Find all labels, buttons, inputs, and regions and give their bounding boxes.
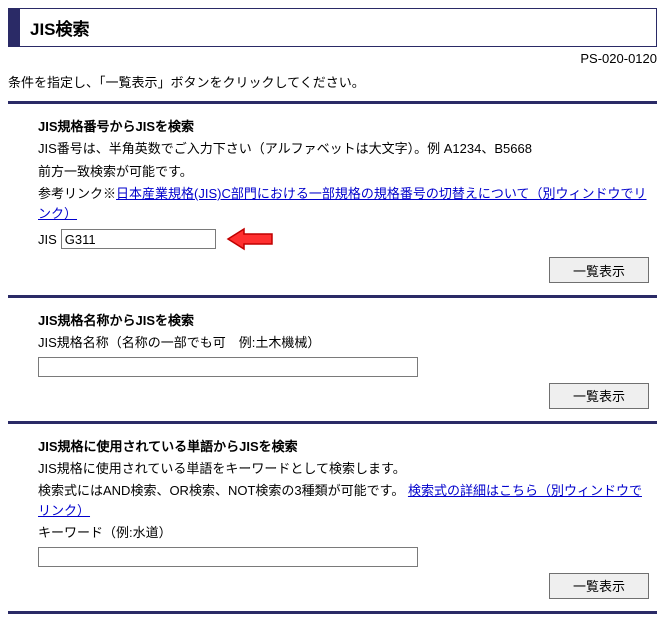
section3-line2: 検索式にはAND検索、OR検索、NOT検索の3種類が可能です。 検索式の詳細はこ…: [38, 481, 649, 520]
section3-input-row: [38, 547, 649, 567]
section3-line2-prefix: 検索式にはAND検索、OR検索、NOT検索の3種類が可能です。: [38, 483, 404, 498]
section1-line2: 前方一致検索が可能です。: [38, 162, 649, 182]
section2-title: JIS規格名称からJISを検索: [38, 310, 649, 329]
ref-link[interactable]: 日本産業規格(JIS)C部門における一部規格の規格番号の切替えについて（別ウィン…: [38, 186, 646, 221]
section3-title: JIS規格に使用されている単語からJISを検索: [38, 436, 649, 455]
section-search-by-number: JIS規格番号からJISを検索 JIS番号は、半角英数でご入力下さい（アルファベ…: [8, 110, 657, 291]
section-search-by-name: JIS規格名称からJISを検索 JIS規格名称（名称の一部でも可 例:土木機械）…: [8, 304, 657, 417]
divider: [8, 295, 657, 298]
section2-input-row: [38, 357, 649, 377]
keyword-input[interactable]: [38, 547, 418, 567]
section1-input-row: JIS: [38, 227, 649, 251]
section-search-by-keyword: JIS規格に使用されている単語からJISを検索 JIS規格に使用されている単語を…: [8, 430, 657, 607]
divider: [8, 101, 657, 104]
section1-title: JIS規格番号からJISを検索: [38, 116, 649, 135]
instruction-text: 条件を指定し、「一覧表示」ボタンをクリックしてください。: [8, 72, 657, 91]
pointer-arrow-icon: [226, 227, 276, 251]
section2-line1: JIS規格名称（名称の一部でも可 例:土木機械）: [38, 333, 649, 353]
list-display-button-2[interactable]: 一覧表示: [549, 383, 649, 409]
section3-line1: JIS規格に使用されている単語をキーワードとして検索します。: [38, 459, 649, 479]
jis-number-input[interactable]: [61, 229, 216, 249]
page-title: JIS検索: [8, 8, 657, 47]
page-code: PS-020-0120: [8, 51, 657, 66]
divider: [8, 421, 657, 424]
keyword-label: キーワード（例:水道）: [38, 523, 649, 543]
list-display-button-3[interactable]: 一覧表示: [549, 573, 649, 599]
list-display-button-1[interactable]: 一覧表示: [549, 257, 649, 283]
divider: [8, 611, 657, 614]
jis-input-label: JIS: [38, 232, 57, 247]
section1-line1: JIS番号は、半角英数でご入力下さい（アルファベットは大文字）。例 A1234、…: [38, 139, 649, 159]
ref-prefix: 参考リンク※: [38, 186, 116, 201]
jis-name-input[interactable]: [38, 357, 418, 377]
section1-ref: 参考リンク※日本産業規格(JIS)C部門における一部規格の規格番号の切替えについ…: [38, 184, 649, 223]
